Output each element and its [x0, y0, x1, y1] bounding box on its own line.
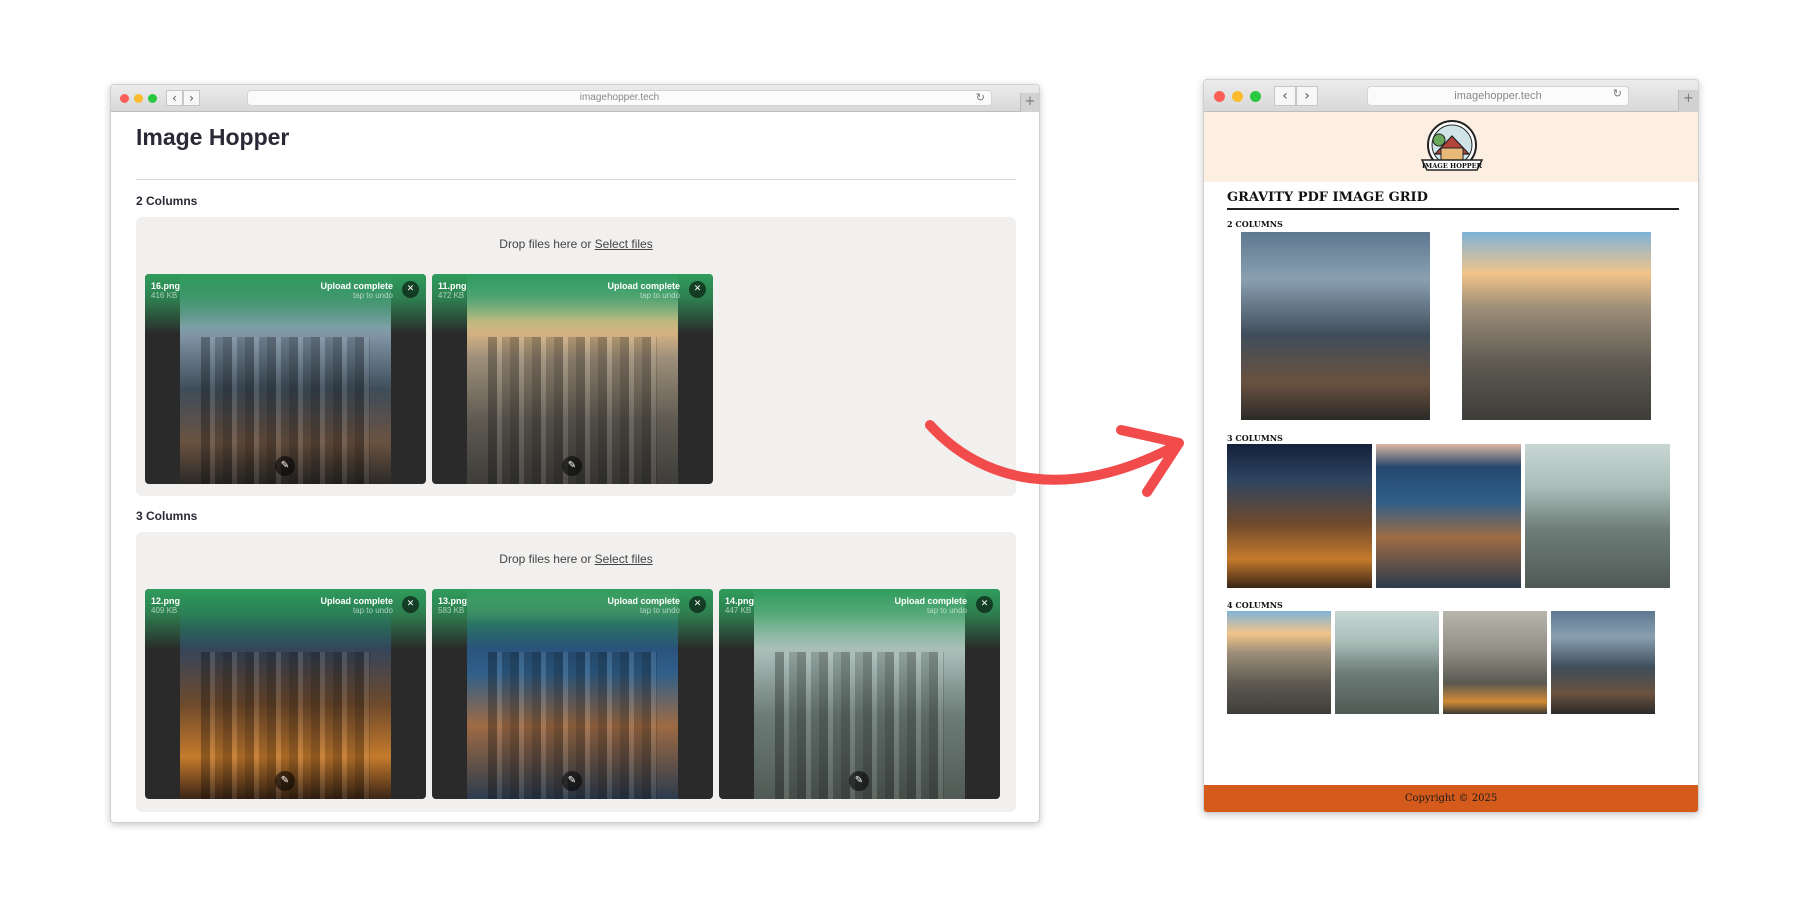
form-content: Image Hopper 2 Columns Drop files here o…	[136, 112, 1016, 812]
address-bar[interactable]: imagehopper.tech ↻	[247, 90, 992, 106]
pdf-title: GRAVITY PDF IMAGE GRID	[1227, 190, 1679, 210]
logo-text: IMAGE HOPPER	[1422, 162, 1483, 170]
pdf-section-label: 2 COLUMNS	[1227, 219, 1283, 229]
new-tab-button[interactable]: +	[1678, 90, 1698, 112]
url-text: imagehopper.tech	[1454, 90, 1542, 102]
upload-status: Upload complete	[607, 596, 680, 606]
forward-button[interactable]: ›	[1296, 86, 1318, 106]
file-name: 11.png	[438, 281, 467, 291]
grid-image	[1335, 611, 1439, 714]
upload-status: Upload complete	[320, 596, 393, 606]
file-size: 472 KB	[438, 291, 465, 300]
grid-image	[1551, 611, 1655, 714]
dropzone-2-columns[interactable]: Drop files here or Select files 16.png 4…	[136, 217, 1016, 496]
file-name: 12.png	[151, 596, 181, 606]
section-label-3-columns: 3 Columns	[136, 509, 198, 523]
page-title: Image Hopper	[136, 124, 290, 150]
file-size: 583 KB	[438, 606, 465, 615]
file-list: 12.png 409 KB Upload complete tap to und…	[145, 589, 1000, 799]
new-tab-button[interactable]: +	[1020, 93, 1039, 112]
edit-icon[interactable]: ✎	[275, 456, 295, 476]
divider	[136, 179, 1016, 180]
file-name: 13.png	[438, 596, 468, 606]
minimize-window-button[interactable]	[1232, 91, 1243, 102]
file-tile: 12.png 409 KB Upload complete tap to und…	[145, 589, 426, 799]
image-grid-4-columns	[1227, 611, 1679, 714]
back-button[interactable]: ‹	[1274, 86, 1296, 106]
image-grid-3-columns	[1227, 444, 1679, 588]
pdf-section-label: 4 COLUMNS	[1227, 600, 1283, 610]
transition-arrow-icon	[925, 420, 1184, 497]
edit-icon[interactable]: ✎	[849, 771, 869, 791]
grid-image	[1525, 444, 1670, 588]
close-window-button[interactable]	[1214, 91, 1225, 102]
close-icon[interactable]: ✕	[689, 281, 706, 298]
file-name: 14.png	[725, 596, 755, 606]
select-files-link[interactable]: Select files	[595, 237, 653, 251]
reload-icon[interactable]: ↻	[976, 91, 985, 104]
edit-icon[interactable]: ✎	[562, 771, 582, 791]
reload-icon[interactable]: ↻	[1613, 87, 1622, 100]
close-window-button[interactable]	[120, 94, 129, 103]
undo-link[interactable]: tap to undo	[640, 291, 680, 300]
dropzone-3-columns[interactable]: Drop files here or Select files 12.png 4…	[136, 532, 1016, 812]
close-icon[interactable]: ✕	[976, 596, 993, 613]
address-bar[interactable]: imagehopper.tech ↻	[1367, 86, 1629, 106]
dropzone-text: Drop files here or	[499, 552, 592, 566]
browser-window-upload-form: ‹ › imagehopper.tech ↻ + Image Hopper 2 …	[110, 84, 1040, 823]
close-icon[interactable]: ✕	[689, 596, 706, 613]
forward-button[interactable]: ›	[183, 90, 200, 106]
edit-icon[interactable]: ✎	[562, 456, 582, 476]
undo-link[interactable]: tap to undo	[640, 606, 680, 615]
file-tile: 11.png 472 KB Upload complete tap to und…	[432, 274, 713, 484]
grid-image	[1443, 611, 1547, 714]
grid-image	[1462, 232, 1651, 420]
file-size: 416 KB	[151, 291, 178, 300]
file-tile: 16.png 416 KB Upload complete tap to und…	[145, 274, 426, 484]
edit-icon[interactable]: ✎	[275, 771, 295, 791]
browser-toolbar: ‹ › imagehopper.tech ↻ +	[111, 85, 1039, 112]
browser-toolbar: ‹ › imagehopper.tech ↻ +	[1204, 80, 1698, 112]
file-size: 409 KB	[151, 606, 178, 615]
undo-link[interactable]: tap to undo	[927, 606, 967, 615]
pdf-header: IMAGE HOPPER	[1204, 112, 1698, 182]
pdf-section-label: 3 COLUMNS	[1227, 433, 1283, 443]
maximize-window-button[interactable]	[148, 94, 157, 103]
file-list: 16.png 416 KB Upload complete tap to und…	[145, 274, 713, 484]
dropzone-instructions: Drop files here or Select files	[136, 237, 1016, 251]
undo-link[interactable]: tap to undo	[353, 606, 393, 615]
grid-image	[1241, 232, 1430, 420]
section-label-2-columns: 2 Columns	[136, 194, 198, 208]
back-button[interactable]: ‹	[166, 90, 183, 106]
file-name: 16.png	[151, 281, 181, 291]
upload-status: Upload complete	[894, 596, 967, 606]
file-tile: 13.png 583 KB Upload complete tap to und…	[432, 589, 713, 799]
image-grid-2-columns	[1227, 232, 1679, 420]
close-icon[interactable]: ✕	[402, 281, 419, 298]
browser-window-pdf-preview: ‹ › imagehopper.tech ↻ + IMAGE HOPPER GR…	[1203, 79, 1699, 813]
image-hopper-logo: IMAGE HOPPER	[1420, 120, 1484, 171]
file-tile: 14.png 447 KB Upload complete tap to und…	[719, 589, 1000, 799]
maximize-window-button[interactable]	[1250, 91, 1261, 102]
pdf-footer: Copyright © 2025	[1204, 785, 1698, 812]
close-icon[interactable]: ✕	[402, 596, 419, 613]
url-text: imagehopper.tech	[579, 92, 660, 103]
undo-link[interactable]: tap to undo	[353, 291, 393, 300]
grid-image	[1376, 444, 1521, 588]
grid-image	[1227, 444, 1372, 588]
dropzone-text: Drop files here or	[499, 237, 592, 251]
grid-image	[1227, 611, 1331, 714]
select-files-link[interactable]: Select files	[595, 552, 653, 566]
pdf-body: GRAVITY PDF IMAGE GRID 2 COLUMNS 3 COLUM…	[1227, 190, 1679, 714]
minimize-window-button[interactable]	[134, 94, 143, 103]
dropzone-instructions: Drop files here or Select files	[136, 552, 1016, 566]
file-size: 447 KB	[725, 606, 752, 615]
upload-status: Upload complete	[607, 281, 680, 291]
upload-status: Upload complete	[320, 281, 393, 291]
